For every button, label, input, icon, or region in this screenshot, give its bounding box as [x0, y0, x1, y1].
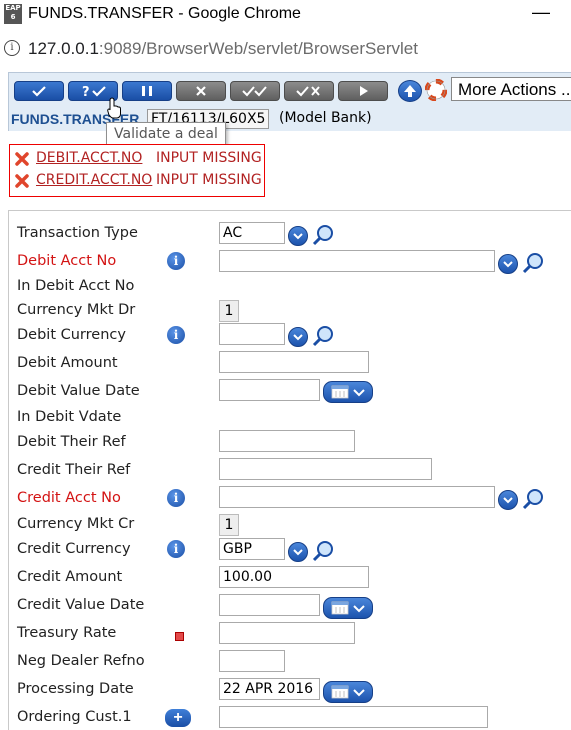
label-ordering-cust-1: Ordering Cust.1 — [17, 709, 132, 725]
credit-amount-input[interactable]: 100.00 — [219, 566, 369, 588]
info-icon[interactable]: i — [167, 489, 185, 507]
label-credit-acct-no: Credit Acct No — [17, 490, 121, 506]
error-x-icon — [15, 174, 29, 188]
more-actions-select[interactable]: More Actions ... — [451, 77, 571, 101]
debit-value-date-input[interactable] — [219, 379, 320, 401]
label-debit-currency: Debit Currency — [17, 327, 126, 343]
up-arrow-icon — [404, 85, 416, 97]
label-debit-acct-no: Debit Acct No — [17, 253, 117, 269]
dropdown-chevron-icon[interactable] — [288, 226, 308, 246]
error-message: INPUT MISSING — [156, 150, 262, 166]
label-debit-value-date: Debit Value Date — [17, 383, 140, 399]
label-treasury-rate: Treasury Rate — [17, 625, 117, 641]
label-neg-dealer-refno: Neg Dealer Refno — [17, 653, 145, 669]
transaction-type-input[interactable]: AC — [219, 222, 285, 244]
authorise-button[interactable] — [230, 81, 280, 101]
info-icon[interactable]: i — [167, 326, 185, 344]
error-x-icon — [15, 152, 29, 166]
dropdown-chevron-icon[interactable] — [498, 254, 518, 274]
calendar-icon[interactable] — [323, 381, 373, 403]
window-title: FUNDS.TRANSFER - Google Chrome — [28, 5, 301, 22]
info-icon[interactable]: i — [167, 252, 185, 270]
search-magnifier-icon[interactable] — [312, 540, 336, 562]
search-magnifier-icon[interactable] — [522, 488, 546, 510]
pause-icon — [142, 86, 152, 96]
window-titlebar: EAP 6 FUNDS.TRANSFER - Google Chrome — — [0, 0, 571, 30]
label-credit-amount: Credit Amount — [17, 569, 123, 585]
url[interactable]: 127.0.0.1:9089/BrowserWeb/servlet/Browse… — [28, 39, 418, 59]
delete-button[interactable] — [176, 81, 226, 101]
app-icon: EAP 6 — [4, 4, 22, 24]
label-credit-value-date: Credit Value Date — [17, 597, 145, 613]
toolbar: ? More Actions ... FUNDS.TRANSFER FT/161… — [8, 72, 571, 131]
error-box: DEBIT.ACCT.NO INPUT MISSING CREDIT.ACCT.… — [9, 144, 265, 197]
minimize-button[interactable]: — — [532, 2, 550, 23]
error-field-link[interactable]: CREDIT.ACCT.NO — [36, 172, 152, 188]
play-icon — [360, 86, 368, 96]
credit-value-date-input[interactable] — [219, 594, 320, 616]
svg-text:?: ? — [82, 85, 90, 100]
check-icon — [32, 86, 46, 97]
required-marker-icon — [175, 632, 184, 641]
info-icon[interactable]: i — [167, 540, 185, 558]
hold-button[interactable] — [122, 81, 172, 101]
dropdown-chevron-icon[interactable] — [288, 542, 308, 562]
url-host: 127.0.0.1 — [28, 39, 99, 58]
search-magnifier-icon[interactable] — [312, 224, 336, 246]
add-plus-icon[interactable]: + — [165, 709, 191, 727]
ordering-cust-1-input[interactable] — [219, 706, 488, 728]
x-icon — [196, 86, 206, 96]
treasury-rate-input[interactable] — [219, 622, 355, 644]
validate-tooltip: Validate a deal — [106, 122, 226, 146]
currency-mkt-dr-value: 1 — [219, 300, 239, 322]
label-debit-their-ref: Debit Their Ref — [17, 434, 126, 450]
transfer-form: Transaction Type AC Debit Acct No i In D… — [8, 210, 571, 730]
site-info-icon[interactable]: i — [4, 40, 20, 56]
address-bar[interactable]: i 127.0.0.1:9089/BrowserWeb/servlet/Brow… — [0, 30, 571, 70]
dropdown-chevron-icon[interactable] — [288, 327, 308, 347]
error-message: INPUT MISSING — [156, 172, 262, 188]
label-transaction-type: Transaction Type — [17, 225, 138, 241]
home-button[interactable] — [398, 80, 422, 102]
label-credit-currency: Credit Currency — [17, 541, 131, 557]
credit-currency-input[interactable]: GBP — [219, 538, 285, 560]
currency-mkt-cr-value: 1 — [219, 514, 239, 536]
label-in-debit-acct-no: In Debit Acct No — [17, 278, 135, 294]
double-check-icon — [242, 86, 267, 97]
neg-dealer-refno-input[interactable] — [219, 650, 285, 672]
url-path: :9089/BrowserWeb/servlet/BrowserServlet — [98, 39, 418, 58]
dropdown-chevron-icon[interactable] — [498, 490, 518, 510]
error-field-link[interactable]: DEBIT.ACCT.NO — [36, 150, 142, 166]
debit-currency-input[interactable] — [219, 323, 285, 345]
label-currency-mkt-dr: Currency Mkt Dr — [17, 302, 136, 318]
credit-acct-no-input[interactable] — [219, 486, 495, 508]
debit-acct-no-input[interactable] — [219, 250, 495, 272]
label-currency-mkt-cr: Currency Mkt Cr — [17, 516, 135, 532]
search-magnifier-icon[interactable] — [522, 252, 546, 274]
debit-their-ref-input[interactable] — [219, 430, 355, 452]
label-in-debit-vdate: In Debit Vdate — [17, 409, 122, 425]
reverse-button[interactable] — [284, 81, 334, 101]
help-lifebuoy-icon[interactable] — [424, 78, 448, 102]
processing-date-input[interactable]: 22 APR 2016 — [219, 678, 320, 700]
label-debit-amount: Debit Amount — [17, 355, 118, 371]
credit-their-ref-input[interactable] — [219, 458, 432, 480]
check-x-icon — [296, 86, 320, 97]
company-name: (Model Bank) — [279, 110, 372, 126]
commit-button[interactable] — [14, 81, 64, 101]
label-credit-their-ref: Credit Their Ref — [17, 462, 131, 478]
calendar-icon[interactable] — [323, 681, 373, 703]
debit-amount-input[interactable] — [219, 351, 369, 373]
hand-cursor-icon — [107, 97, 121, 119]
play-button[interactable] — [338, 81, 388, 101]
label-processing-date: Processing Date — [17, 681, 134, 697]
search-magnifier-icon[interactable] — [312, 325, 336, 347]
calendar-icon[interactable] — [323, 597, 373, 619]
